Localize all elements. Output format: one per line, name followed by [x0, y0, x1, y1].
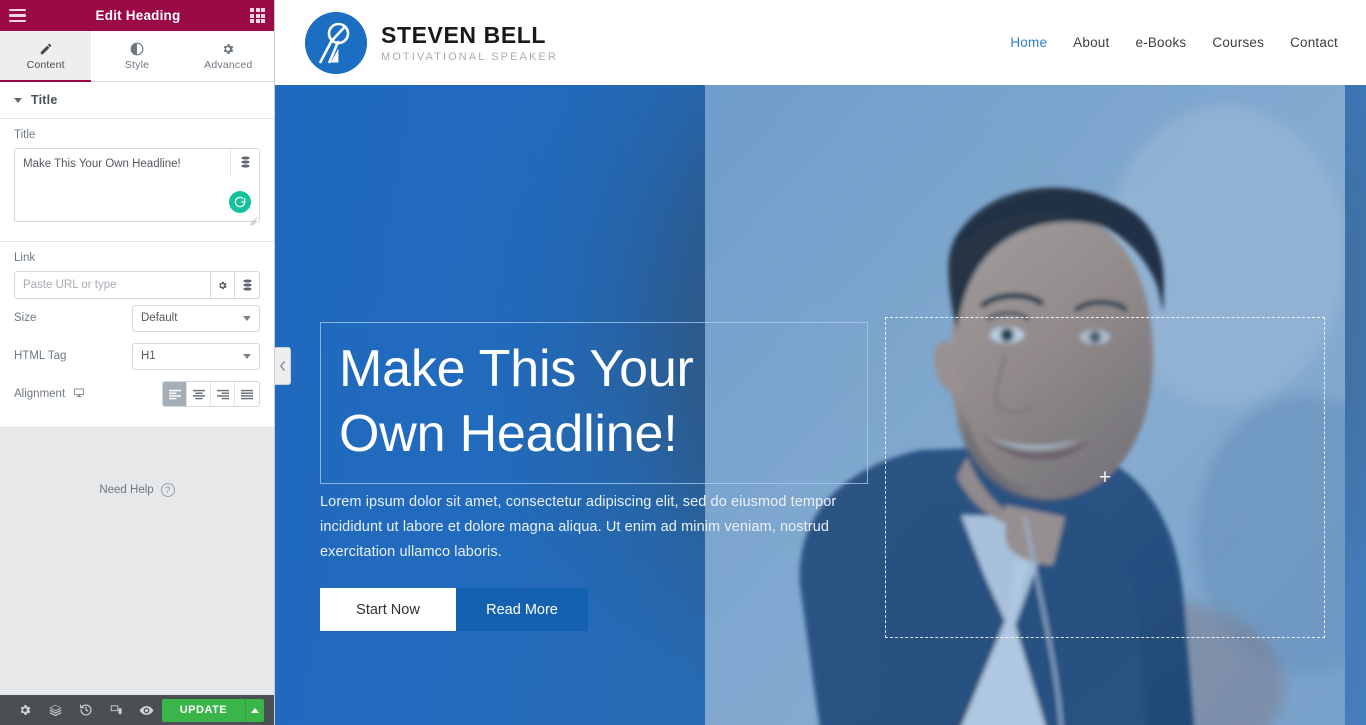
nav-item-courses[interactable]: Courses: [1212, 35, 1264, 50]
desktop-icon[interactable]: [73, 387, 85, 402]
nav-item-about[interactable]: About: [1073, 35, 1109, 50]
pencil-icon: [39, 42, 53, 56]
align-center-button[interactable]: [187, 382, 211, 406]
empty-column-dropzone[interactable]: +: [885, 317, 1325, 638]
site-header: STEVEN BELL MOTIVATIONAL SPEAKER Home Ab…: [275, 0, 1366, 85]
elementor-editor: Edit Heading Content Style Advanced Titl…: [0, 0, 1366, 725]
tab-content-label: Content: [26, 58, 65, 71]
align-left-button[interactable]: [163, 382, 187, 406]
need-help-label: Need Help: [99, 484, 154, 496]
settings-gear-icon[interactable]: [10, 695, 40, 725]
dynamic-tags-icon[interactable]: [230, 149, 259, 175]
hero-section: Make This Your Own Headline! Lorem ipsum…: [275, 85, 1366, 725]
html-tag-select-value: H1: [141, 350, 156, 362]
hamburger-icon[interactable]: [9, 8, 26, 23]
alignment-field-label: Alignment: [14, 387, 132, 402]
tab-advanced-label: Advanced: [204, 58, 253, 71]
chevron-down-icon: [14, 97, 22, 103]
site-logo[interactable]: STEVEN BELL MOTIVATIONAL SPEAKER: [305, 11, 558, 74]
hero-headline: Make This Your Own Headline!: [339, 337, 849, 467]
panel-collapse-handle[interactable]: [275, 347, 291, 385]
brand-name: STEVEN BELL: [381, 22, 547, 48]
align-justify-button[interactable]: [235, 382, 259, 406]
size-field-label: Size: [14, 312, 37, 324]
grammarly-icon[interactable]: [229, 191, 251, 213]
panel-header: Edit Heading: [0, 0, 274, 31]
link-dynamic-tags-icon[interactable]: [235, 271, 260, 299]
need-help-link[interactable]: Need Help ?: [0, 483, 274, 497]
size-control-row: Size Default: [14, 299, 260, 337]
question-circle-icon: ?: [160, 483, 175, 497]
title-input[interactable]: Make This Your Own Headline!: [14, 148, 260, 222]
chevron-up-icon[interactable]: [245, 698, 264, 722]
elementor-panel: Edit Heading Content Style Advanced Titl…: [0, 0, 275, 725]
link-options-gear-icon[interactable]: [210, 271, 235, 299]
link-control-group: Link Paste URL or type Size Default HTML…: [0, 242, 274, 428]
responsive-preview-icon[interactable]: [101, 695, 131, 725]
html-tag-control-row: HTML Tag H1: [14, 337, 260, 375]
panel-tabs: Content Style Advanced: [0, 31, 274, 82]
update-button[interactable]: UPDATE: [161, 698, 246, 722]
tab-style[interactable]: Style: [91, 31, 182, 81]
html-tag-select[interactable]: H1: [132, 342, 260, 370]
panel-title: Edit Heading: [95, 8, 181, 23]
title-control-group: Title Make This Your Own Headline!: [0, 119, 274, 242]
brand-tagline: MOTIVATIONAL SPEAKER: [381, 51, 558, 63]
title-textarea-wrap: Make This Your Own Headline!: [14, 148, 260, 227]
html-tag-field-label: HTML Tag: [14, 350, 67, 362]
half-circle-contrast-icon: [130, 42, 144, 56]
hero-headline-line2: Own Headline!: [339, 405, 678, 463]
tab-style-label: Style: [124, 58, 150, 71]
hero-content: Make This Your Own Headline! Lorem ipsum…: [275, 85, 1366, 725]
hero-headline-line1: Make This Your: [339, 340, 694, 398]
gear-icon: [221, 42, 235, 56]
title-field-label: Title: [14, 129, 36, 141]
brand-text: STEVEN BELL MOTIVATIONAL SPEAKER: [381, 22, 558, 63]
nav-item-ebooks[interactable]: e-Books: [1135, 35, 1186, 50]
alignment-button-group: [162, 381, 260, 407]
nav-item-home[interactable]: Home: [1010, 35, 1047, 50]
heading-widget-selected[interactable]: Make This Your Own Headline!: [320, 322, 868, 484]
chevron-down-icon: [243, 315, 251, 321]
alignment-control-row: Alignment: [14, 375, 260, 413]
read-more-button[interactable]: Read More: [456, 588, 588, 631]
hero-button-group: Start Now Read More: [320, 588, 588, 631]
tab-content[interactable]: Content: [0, 31, 92, 82]
hero-paragraph: Lorem ipsum dolor sit amet, consectetur …: [320, 494, 837, 560]
panel-footer: UPDATE: [0, 695, 274, 725]
panel-body: Title Title Make This Your Own Headline!: [0, 82, 274, 695]
site-preview-canvas: STEVEN BELL MOTIVATIONAL SPEAKER Home Ab…: [275, 0, 1366, 725]
plus-add-widget-icon[interactable]: +: [1099, 467, 1111, 488]
start-now-button[interactable]: Start Now: [320, 588, 456, 631]
size-select-value: Default: [141, 312, 178, 324]
grid-apps-icon[interactable]: [250, 8, 265, 23]
nav-item-contact[interactable]: Contact: [1290, 35, 1338, 50]
link-input-row: [14, 271, 260, 299]
size-select[interactable]: Default: [132, 304, 260, 332]
chevron-down-icon: [243, 353, 251, 359]
site-navigation: Home About e-Books Courses Contact: [1010, 35, 1338, 50]
align-right-button[interactable]: [211, 382, 235, 406]
section-title-header[interactable]: Title: [0, 82, 274, 119]
layers-icon[interactable]: [40, 695, 70, 725]
section-title-label: Title: [31, 93, 58, 107]
history-clock-icon[interactable]: [71, 695, 101, 725]
eye-preview-icon[interactable]: [131, 695, 161, 725]
link-field-label: Link: [14, 252, 36, 264]
microphone-circle-logo: [305, 11, 367, 74]
tab-advanced[interactable]: Advanced: [183, 31, 274, 81]
alignment-label-text: Alignment: [14, 388, 66, 400]
link-input[interactable]: [14, 271, 210, 299]
